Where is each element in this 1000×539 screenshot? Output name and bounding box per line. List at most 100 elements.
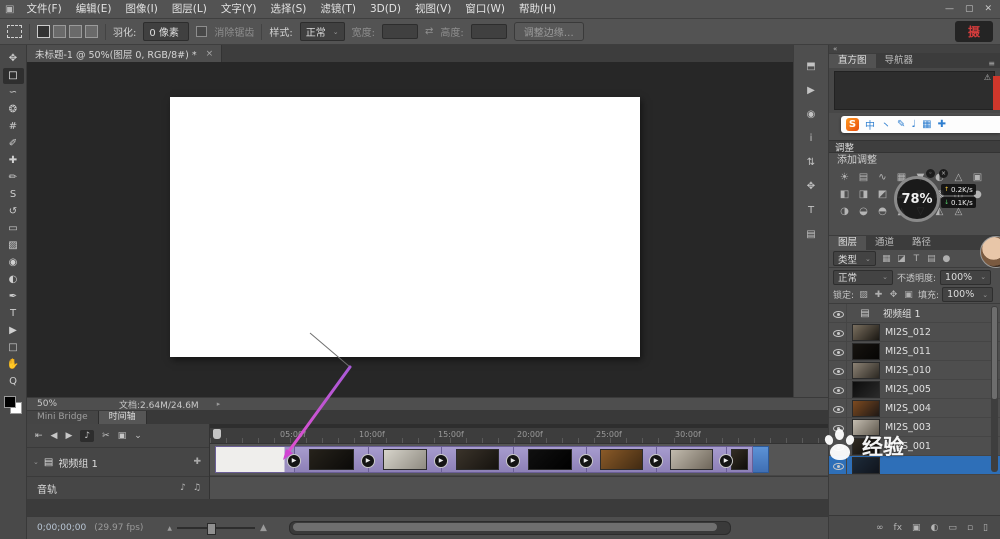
collapsed-panel-actions-icon[interactable]: ▶	[800, 83, 822, 99]
lock-position-icon[interactable]: ✥	[887, 290, 900, 300]
collapse-panels-icon[interactable]: «	[833, 45, 837, 53]
eye-icon[interactable]	[831, 323, 847, 341]
pen-tool[interactable]: ✒	[3, 289, 24, 305]
new-selection-button[interactable]	[37, 25, 50, 38]
sogou-mode-icon[interactable]: 中	[865, 117, 875, 132]
timeline-clip[interactable]: ▶	[514, 446, 593, 473]
playhead-marker[interactable]	[213, 429, 221, 439]
swap-dimensions-icon[interactable]: ⇄	[425, 26, 433, 37]
collapsed-panel-swap-icon[interactable]: ⇅	[800, 155, 822, 171]
screen-recorder-button[interactable]: 摄	[954, 21, 993, 42]
scrollbar-thumb[interactable]	[992, 307, 997, 399]
menu-item[interactable]: 窗口(W)	[458, 0, 512, 19]
status-menu-caret[interactable]: ▸	[199, 400, 221, 408]
delete-layer-button[interactable]: ▯	[983, 523, 988, 533]
timeline-clip[interactable]: ▶	[657, 446, 733, 473]
type-tool[interactable]: T	[3, 306, 24, 322]
menu-item[interactable]: 3D(D)	[363, 0, 408, 19]
adjustments-header[interactable]: 调整	[829, 140, 1000, 154]
sogou-keyboard-icon[interactable]: ▦	[922, 119, 931, 130]
transition-badge[interactable]: ▶	[649, 454, 663, 468]
audio-track[interactable]	[210, 476, 828, 500]
tab-mini-bridge[interactable]: Mini Bridge	[27, 411, 99, 424]
maximize-button[interactable]: ▢	[965, 4, 974, 14]
menu-item[interactable]: 滤镜(T)	[313, 0, 363, 19]
blur-tool[interactable]: ◉	[3, 255, 24, 271]
lasso-tool[interactable]: ∽	[3, 85, 24, 101]
chevron-down-icon[interactable]: ⌄	[33, 458, 39, 466]
scrollbar-thumb[interactable]	[292, 523, 717, 531]
lock-transparent-pixels-icon[interactable]: ▨	[857, 290, 870, 300]
go-to-first-frame-button[interactable]: ⇤	[35, 431, 43, 441]
history-brush-tool[interactable]: ↺	[3, 204, 24, 220]
panel-menu-icon[interactable]: ≡	[988, 59, 1000, 68]
transition-badge[interactable]: ▶	[287, 454, 301, 468]
timeline-clip[interactable]: ▶	[369, 446, 448, 473]
layer-style-button[interactable]: fx	[894, 523, 903, 533]
layer-row[interactable]: MI2S_011	[829, 342, 1000, 361]
zoom-out-icon[interactable]: ▲	[167, 525, 172, 532]
opacity-dropdown[interactable]: 100% ⌄	[940, 269, 992, 285]
recorder-settings-icon[interactable]: ◦	[926, 169, 935, 178]
feather-input[interactable]: 0 像素	[143, 22, 190, 41]
adjustment-icon[interactable]: ☀	[835, 169, 854, 186]
minimize-button[interactable]: —	[945, 4, 954, 14]
audio-track-header[interactable]: 音轨 ♪ ♫	[27, 477, 209, 499]
fill-dropdown[interactable]: 100% ⌄	[942, 287, 994, 302]
lock-image-pixels-icon[interactable]: ✚	[872, 290, 885, 300]
lock-all-icon[interactable]: ▣	[902, 290, 915, 300]
tab-paths[interactable]: 路径	[903, 236, 940, 250]
intersect-selection-button[interactable]	[85, 25, 98, 38]
link-layers-button[interactable]: ∞	[876, 523, 884, 533]
adjustment-icon[interactable]: ◒	[854, 203, 873, 220]
add-audio-icon[interactable]: ♫	[193, 483, 201, 493]
filter-type-dropdown[interactable]: 类型 ⌄	[833, 251, 876, 266]
menu-item[interactable]: 视图(V)	[408, 0, 458, 19]
panel-collapse-bar[interactable]: «	[829, 45, 1000, 53]
eye-icon[interactable]	[831, 399, 847, 417]
move-tool[interactable]: ✥	[3, 51, 24, 67]
adjustment-icon[interactable]: ∿	[873, 169, 892, 186]
add-to-selection-button[interactable]	[53, 25, 66, 38]
new-adjustment-layer-button[interactable]: ◐	[931, 523, 939, 533]
dodge-tool[interactable]: ◐	[3, 272, 24, 288]
eye-icon[interactable]	[831, 361, 847, 379]
menu-item[interactable]: 帮助(H)	[512, 0, 563, 19]
active-tool-icon[interactable]	[7, 25, 22, 38]
collapsed-panel-paragraph-icon[interactable]: ▤	[800, 227, 822, 243]
sogou-toolbox-icon[interactable]: ✚	[938, 119, 946, 130]
timeline-clip[interactable]: ▶	[587, 446, 663, 473]
subtract-from-selection-button[interactable]	[69, 25, 82, 38]
tab-timeline[interactable]: 时间轴	[98, 411, 147, 424]
eye-icon[interactable]	[831, 304, 847, 322]
layer-row[interactable]: MI2S_012	[829, 323, 1000, 342]
filter-type-layers-icon[interactable]: T	[910, 254, 923, 264]
adjustment-icon[interactable]: ◨	[854, 186, 873, 203]
new-layer-button[interactable]: ▫	[967, 523, 973, 533]
transition-button[interactable]: ▣	[118, 431, 127, 441]
rectangular-marquee-tool[interactable]: □	[2, 68, 24, 84]
crop-tool[interactable]: #	[3, 119, 24, 135]
collapsed-panel-character-icon[interactable]: T	[800, 203, 822, 219]
quick-selection-tool[interactable]: ❂	[3, 102, 24, 118]
zoom-slider-thumb[interactable]	[207, 523, 217, 535]
tab-navigator[interactable]: 导航器	[876, 54, 923, 68]
previous-frame-button[interactable]: ◀	[51, 431, 58, 441]
transition-badge[interactable]: ▶	[434, 454, 448, 468]
gradient-tool[interactable]: ▨	[3, 238, 24, 254]
filter-shape-layers-icon[interactable]: ▤	[925, 254, 938, 264]
adjustment-icon[interactable]: ◩	[873, 186, 892, 203]
filter-adjustment-layers-icon[interactable]: ◪	[895, 254, 908, 264]
menu-item[interactable]: 图像(I)	[119, 0, 165, 19]
transition-badge[interactable]: ▶	[361, 454, 375, 468]
menu-item[interactable]: 文件(F)	[19, 0, 68, 19]
menu-item[interactable]: 文字(Y)	[214, 0, 264, 19]
layer-row[interactable]: MI2S_010	[829, 361, 1000, 380]
eye-icon[interactable]	[831, 380, 847, 398]
sogou-handwriting-icon[interactable]: ✎	[897, 119, 905, 130]
video-group-track-header[interactable]: ⌄ ▤ 视频组 1 ✚	[27, 448, 209, 477]
timeline-horizontal-scrollbar[interactable]	[288, 521, 731, 535]
close-button[interactable]: ✕	[984, 4, 992, 14]
transition-badge[interactable]: ▶	[719, 454, 733, 468]
color-swatches[interactable]	[4, 396, 22, 414]
